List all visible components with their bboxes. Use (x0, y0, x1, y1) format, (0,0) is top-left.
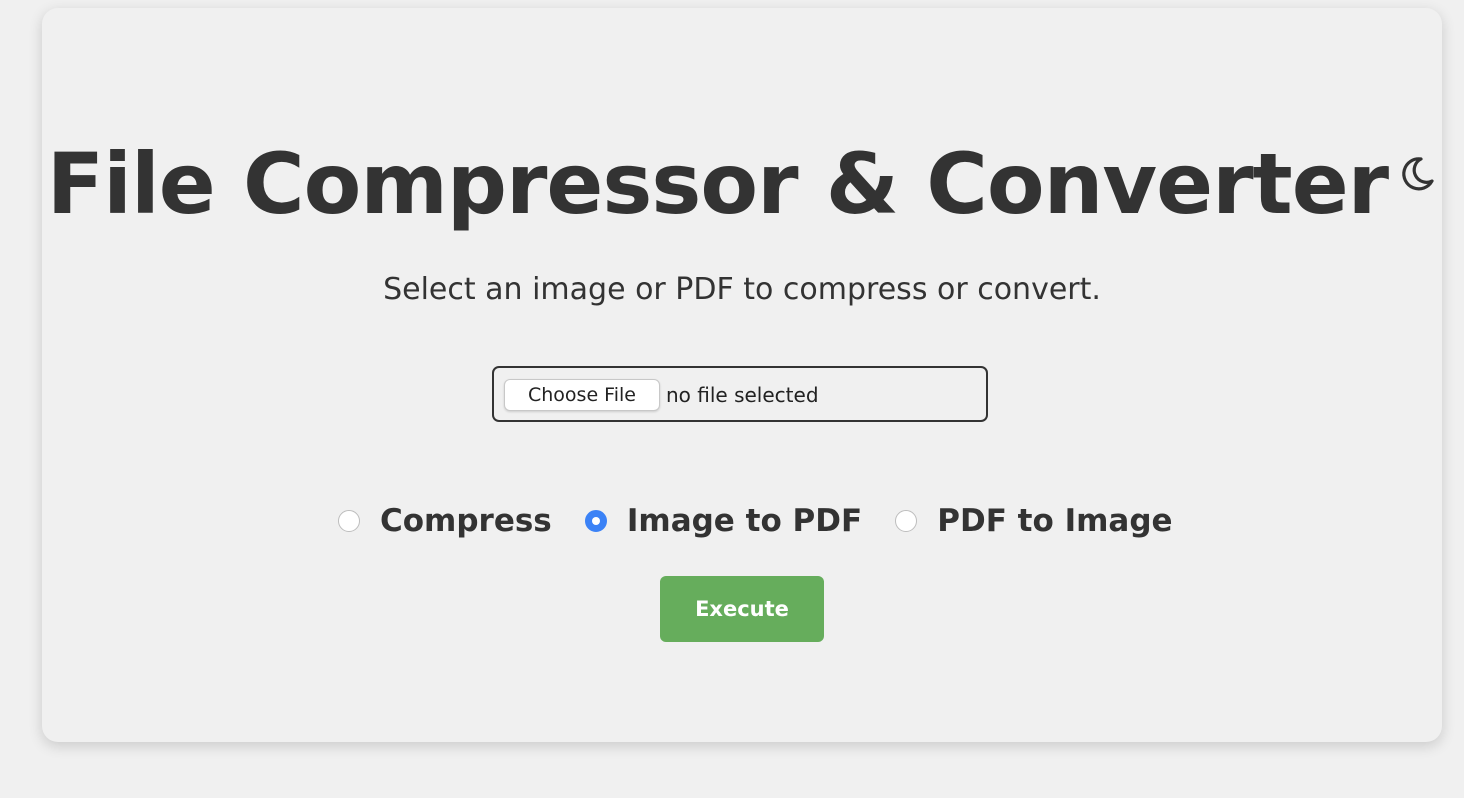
mode-options: Compress Image to PDF PDF to Image (338, 496, 1201, 546)
image-to-pdf-label: Image to PDF (626, 503, 863, 539)
choose-file-button[interactable]: Choose File (504, 379, 660, 411)
pdf-to-image-label: PDF to Image (937, 503, 1173, 539)
page-title: File Compressor & Converter (46, 135, 1389, 233)
file-input[interactable]: Choose File no file selected (492, 366, 988, 422)
option-compress[interactable]: Compress (338, 496, 552, 546)
title-row: File Compressor & Converter (42, 136, 1442, 232)
option-pdf-to-image[interactable]: PDF to Image (895, 496, 1173, 546)
compress-radio[interactable] (338, 510, 360, 532)
option-image-to-pdf[interactable]: Image to PDF (584, 496, 863, 546)
file-status-text: no file selected (666, 383, 819, 407)
pdf-to-image-radio[interactable] (895, 510, 918, 532)
execute-button[interactable]: Execute (660, 576, 824, 642)
image-to-pdf-radio[interactable] (584, 510, 607, 532)
main-card: File Compressor & Converter Select an im… (42, 8, 1442, 742)
page-subtitle: Select an image or PDF to compress or co… (383, 272, 1101, 307)
moon-icon[interactable] (1397, 154, 1437, 194)
compress-label: Compress (380, 503, 552, 539)
